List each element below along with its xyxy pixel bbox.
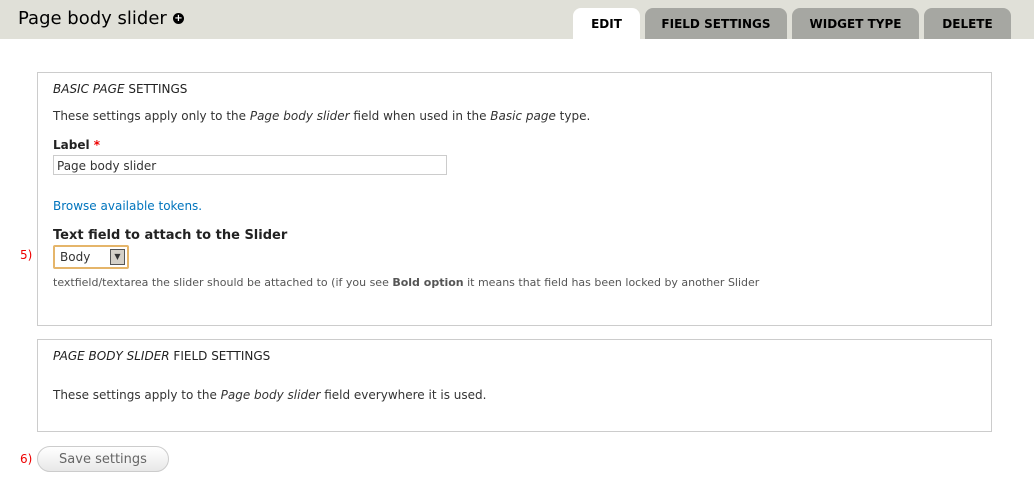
select-description: textfield/textarea the slider should be … [53,276,760,289]
annotation-6: 6) [20,452,33,466]
tab-edit[interactable]: EDIT [573,8,640,39]
tabs: EDIT FIELD SETTINGS WIDGET TYPE DELETE [573,8,1011,39]
fieldset-legend: Page body slider field settings [53,349,271,363]
fieldset-description: These settings apply only to the Page bo… [53,109,591,123]
select-label: Text field to attach to the Slider [53,228,288,243]
tab-delete[interactable]: DELETE [924,8,1011,39]
label-field-label: Label * [53,138,101,152]
fieldset-description: These settings apply to the Page body sl… [53,388,487,402]
tab-widget-type[interactable]: WIDGET TYPE [792,8,919,39]
chevron-down-icon: ▼ [110,249,125,265]
plus-circle-icon[interactable]: + [173,13,184,24]
tokens-link-wrap: Browse available tokens. [53,199,202,213]
page-title: Page body slider [18,8,167,29]
field-settings-fieldset: Page body slider field settings These se… [37,339,992,432]
save-settings-button[interactable]: Save settings [37,446,169,472]
tab-field-settings[interactable]: FIELD SETTINGS [645,8,787,39]
basic-page-settings-fieldset: Basic page settings These settings apply… [37,72,992,326]
browse-tokens-link[interactable]: Browse available tokens. [53,199,202,213]
annotation-5: 5) [20,248,33,262]
label-input[interactable]: Page body slider [53,155,447,175]
text-field-select[interactable]: Body ▼ [53,245,129,269]
fieldset-legend: Basic page settings [53,82,188,96]
page-header: Page body slider + EDIT FIELD SETTINGS W… [0,0,1034,39]
